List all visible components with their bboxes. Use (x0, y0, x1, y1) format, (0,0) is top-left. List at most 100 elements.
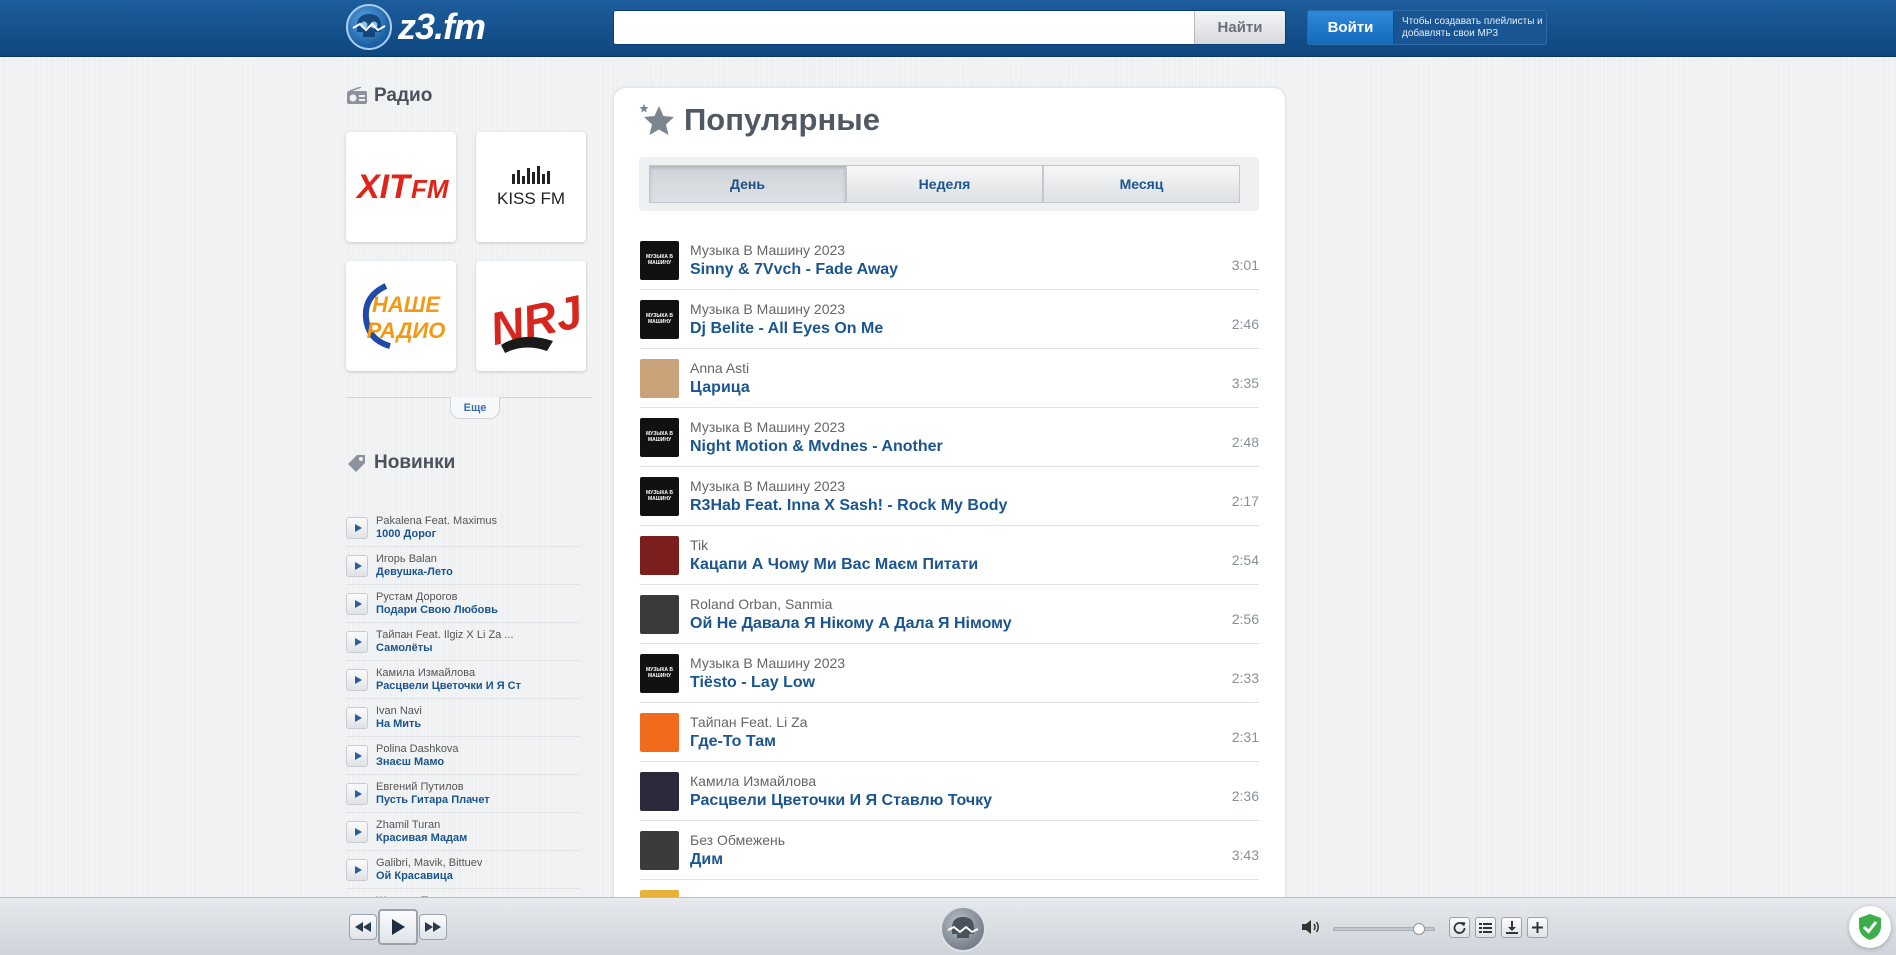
track-title[interactable]: Царица (690, 378, 750, 397)
new-release-item[interactable]: Zhamil Turan Красивая Мадам (346, 813, 580, 851)
track-artist[interactable]: Без Обмежень (690, 831, 785, 850)
track-row[interactable]: Roland Orban, Sanmia Ой Не Давала Я Ніком… (640, 585, 1259, 644)
play-icon[interactable] (346, 744, 368, 767)
play-button[interactable] (378, 909, 418, 945)
track-title[interactable]: Tiësto - Lay Low (690, 673, 845, 692)
track-cover[interactable] (640, 594, 679, 634)
security-shield-icon[interactable] (1849, 906, 1891, 948)
new-release-title[interactable]: Самолёты (376, 642, 514, 655)
tab-day[interactable]: День (649, 165, 846, 203)
track-cover[interactable]: МУЗЫКА В МАШИНУ (640, 299, 679, 339)
track-row[interactable]: Тайпан Feat. Li Za Где-То Там 2:31 (640, 703, 1259, 762)
track-title[interactable]: Ой Не Давала Я Нікому А Дала Я Німому (690, 614, 1012, 633)
next-track-button[interactable] (419, 914, 447, 940)
play-icon[interactable] (346, 820, 368, 843)
radio-station-kiss-fm[interactable]: KISS FM (476, 132, 586, 242)
new-release-title[interactable]: Подари Свою Любовь (376, 604, 498, 617)
new-release-item[interactable]: Игорь Balan Девушка-Лето (346, 547, 580, 585)
track-cover[interactable]: МУЗЫКА В МАШИНУ (640, 417, 679, 457)
track-cover[interactable]: МУЗЫКА В МАШИНУ (640, 476, 679, 516)
track-artist[interactable]: Музыка В Машину 2023 (690, 477, 1007, 496)
new-release-item[interactable]: Рустам Дорогов Подари Свою Любовь (346, 585, 580, 623)
radio-station-nrj[interactable]: NRJ (476, 261, 586, 371)
track-title[interactable]: R3Hab Feat. Inna X Sash! - Rock My Body (690, 496, 1007, 515)
new-release-title[interactable]: Девушка-Лето (376, 566, 453, 579)
track-title[interactable]: Кацапи А Чому Ми Вас Маєм Питати (690, 555, 978, 574)
play-icon[interactable] (346, 706, 368, 729)
track-artist[interactable]: Tik (690, 536, 978, 555)
new-release-title[interactable]: На Мить (376, 718, 422, 731)
track-artist[interactable]: Музыка В Машину 2023 (690, 241, 898, 260)
track-row[interactable]: Tik Кацапи А Чому Ми Вас Маєм Питати 2:54 (640, 526, 1259, 585)
new-release-item[interactable]: Galibri, Mavik, Bittuev Ой Красавица (346, 851, 580, 889)
track-row[interactable]: Камила Измайлова Расцвели Цветочки И Я Ст… (640, 762, 1259, 821)
track-title[interactable]: Где-То Там (690, 732, 807, 751)
track-row[interactable]: МУЗЫКА В МАШИНУ Музыка В Машину 2023 R3Hab… (640, 467, 1259, 526)
repeat-button[interactable] (1449, 917, 1470, 938)
track-cover[interactable] (640, 712, 679, 752)
track-artist[interactable]: Roland Orban, Sanmia (690, 595, 1012, 614)
play-icon[interactable] (346, 630, 368, 653)
site-logo[interactable]: z3.fm (346, 3, 486, 51)
play-icon[interactable] (346, 858, 368, 881)
new-release-item[interactable]: Ivan Navi На Мить (346, 699, 580, 737)
track-title[interactable]: Расцвели Цветочки И Я Ставлю Точку (690, 791, 992, 810)
new-release-title[interactable]: Знаєш Мамо (376, 756, 459, 769)
new-section-header: Новинки (346, 437, 592, 489)
play-icon[interactable] (346, 668, 368, 691)
track-row[interactable]: Anna Asti Царица 3:35 (640, 349, 1259, 408)
tab-week[interactable]: Неделя (846, 165, 1043, 203)
track-title[interactable]: Дим (690, 850, 785, 869)
track-artist[interactable]: Anna Asti (690, 359, 750, 378)
track-cover[interactable]: МУЗЫКА В МАШИНУ (640, 653, 679, 693)
track-artist[interactable]: Музыка В Машину 2023 (690, 300, 883, 319)
tab-month[interactable]: Месяц (1043, 165, 1240, 203)
play-icon[interactable] (346, 516, 368, 539)
new-release-text: Zhamil Turan Красивая Мадам (376, 819, 467, 845)
new-release-item[interactable]: Pakalena Feat. Maximus 1000 Дорог (346, 509, 580, 547)
new-release-text: Игорь Balan Девушка-Лето (376, 553, 453, 579)
login-button[interactable]: Войти (1308, 11, 1394, 44)
radio-station-xit-fm[interactable]: XIT FM (346, 132, 456, 242)
add-button[interactable] (1527, 917, 1548, 938)
radio-more-button[interactable]: Еще (450, 397, 500, 419)
search-input[interactable] (614, 11, 1194, 44)
new-release-item[interactable]: Камила Измайлова Расцвели Цветочки И Я Ст (346, 661, 580, 699)
volume-icon[interactable] (1302, 919, 1322, 935)
play-icon[interactable] (346, 592, 368, 615)
track-row[interactable]: МУЗЫКА В МАШИНУ Музыка В Машину 2023 Sinny… (640, 231, 1259, 290)
track-cover[interactable] (640, 771, 679, 811)
track-row[interactable]: МУЗЫКА В МАШИНУ Музыка В Машину 2023 Night… (640, 408, 1259, 467)
track-row[interactable]: МУЗЫКА В МАШИНУ Музыка В Машину 2023 Dj Be… (640, 290, 1259, 349)
new-release-title[interactable]: Ой Красавица (376, 870, 482, 883)
new-release-item[interactable]: Евгений Путилов Пусть Гитара Плачет (346, 775, 580, 813)
play-icon[interactable] (346, 782, 368, 805)
track-row[interactable]: МУЗЫКА В МАШИНУ Музыка В Машину 2023 Tiëst… (640, 644, 1259, 703)
track-artist[interactable]: Тайпан Feat. Li Za (690, 713, 807, 732)
track-cover[interactable] (640, 358, 679, 398)
playlist-button[interactable] (1475, 917, 1496, 938)
new-release-title[interactable]: Пусть Гитара Плачет (376, 794, 490, 807)
new-release-item[interactable]: Polina Dashkova Знаєш Мамо (346, 737, 580, 775)
radio-station-nashe-radio[interactable]: НАШЕ РАДИО (346, 261, 456, 371)
search-button[interactable]: Найти (1194, 11, 1285, 44)
track-title[interactable]: Night Motion & Mvdnes - Another (690, 437, 943, 456)
new-release-title[interactable]: 1000 Дорог (376, 528, 497, 541)
volume-slider[interactable] (1333, 923, 1435, 935)
track-artist[interactable]: Музыка В Машину 2023 (690, 418, 943, 437)
track-artist[interactable]: Музыка В Машину 2023 (690, 654, 845, 673)
track-cover[interactable] (640, 830, 679, 870)
download-button[interactable] (1501, 917, 1522, 938)
track-cover[interactable]: МУЗЫКА В МАШИНУ (640, 240, 679, 280)
previous-track-button[interactable] (349, 914, 377, 940)
track-row[interactable]: Без Обмежень Дим 3:43 (640, 821, 1259, 880)
volume-slider-handle[interactable] (1413, 923, 1425, 935)
track-title[interactable]: Dj Belite - All Eyes On Me (690, 319, 883, 338)
track-cover[interactable] (640, 535, 679, 575)
track-artist[interactable]: Камила Измайлова (690, 772, 992, 791)
track-title[interactable]: Sinny & 7Vvch - Fade Away (690, 260, 898, 279)
play-icon[interactable] (346, 554, 368, 577)
new-release-title[interactable]: Красивая Мадам (376, 832, 467, 845)
new-release-item[interactable]: Тайпан Feat. Ilgiz X Li Za ... Самолёты (346, 623, 580, 661)
new-release-title[interactable]: Расцвели Цветочки И Я Ст (376, 680, 521, 693)
